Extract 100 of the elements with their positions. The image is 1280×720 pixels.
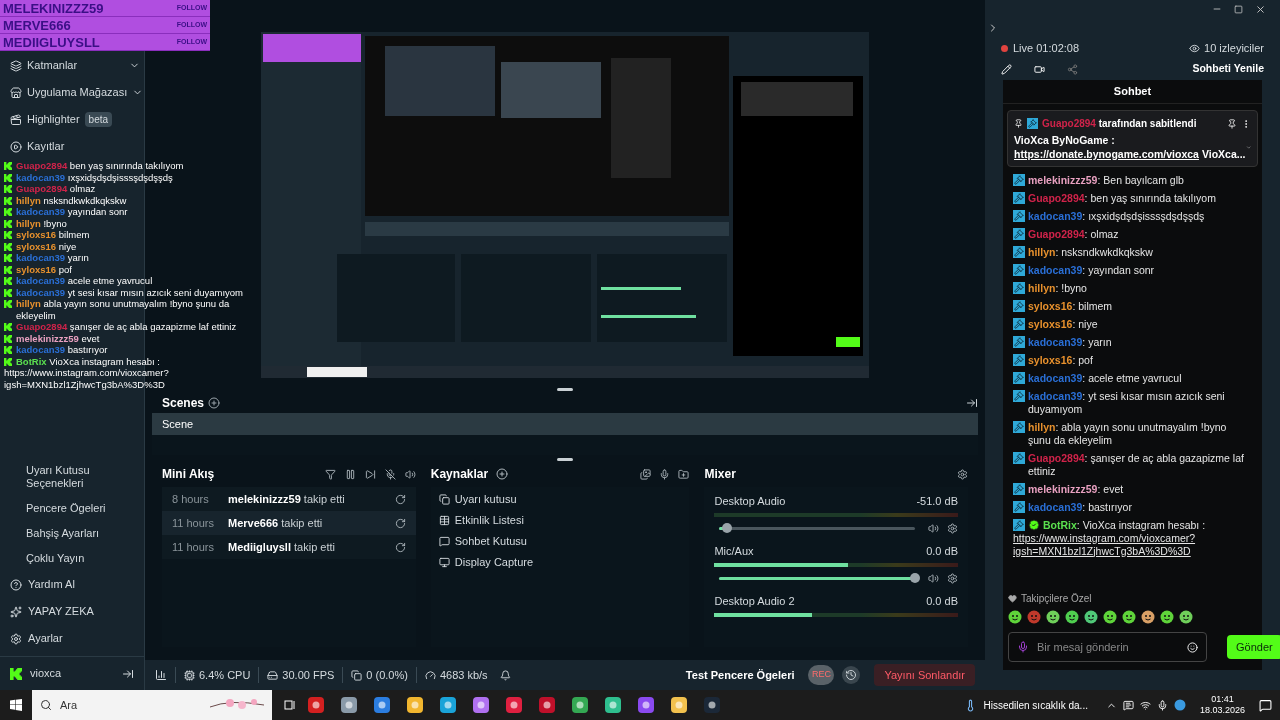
taskbar-app-icon[interactable] <box>308 697 324 713</box>
source-item[interactable]: Sohbet Kutusu <box>454 533 527 550</box>
edit-icon[interactable] <box>1001 63 1012 75</box>
video-icon[interactable] <box>1034 63 1045 75</box>
sidebar-item[interactable]: Uygulama Mağazası <box>0 79 144 106</box>
drag-handle[interactable] <box>557 457 573 461</box>
sidebar-subitem[interactable]: Bahşiş Ayarları <box>0 521 144 546</box>
taskbar-app-icon[interactable] <box>638 697 654 713</box>
overlay-link[interactable]: https://www.instagram.com/vioxcamer? <box>4 367 254 379</box>
overlay-link[interactable]: igsh=MXN1bzl1ZjhwcTg3bA%3D%3D <box>4 378 254 390</box>
taskbar-app-icon[interactable] <box>572 697 588 713</box>
tray-icon[interactable] <box>1122 699 1134 711</box>
maximize-icon[interactable] <box>1234 4 1243 14</box>
taskbar-app-icon[interactable] <box>374 697 390 713</box>
emote-icon[interactable] <box>1084 610 1098 624</box>
chat-link[interactable]: igsh=MXN1bzl1ZjhwcTg3bA%3D%3D <box>1013 544 1252 558</box>
message-field[interactable]: Bir mesaj gönderin <box>1008 632 1207 662</box>
stat-value: 30.00 FPS <box>282 667 335 683</box>
taskbar-app-icon[interactable] <box>704 697 720 713</box>
folder-icon[interactable] <box>678 468 690 480</box>
taskbar-app-icon[interactable] <box>407 697 423 713</box>
stats-icon[interactable] <box>155 669 167 681</box>
start-icon[interactable] <box>10 699 22 711</box>
pinned-message-title: VioXca ByNoGame : <box>1014 133 1116 147</box>
emote-icon[interactable] <box>1008 610 1022 624</box>
network-icon[interactable] <box>1139 699 1151 711</box>
logout-icon[interactable] <box>122 667 134 680</box>
microphone-icon[interactable] <box>1156 699 1168 711</box>
taskbar-app-icon[interactable] <box>539 697 555 713</box>
sidebar-subitem[interactable]: Pencere Ögeleri <box>0 496 144 521</box>
sidebar-item[interactable]: YAPAY ZEKA <box>0 598 144 625</box>
taskbar-app-icon[interactable] <box>506 697 522 713</box>
taskbar-app-icon[interactable] <box>473 697 489 713</box>
source-item[interactable]: Etkinlik Listesi <box>454 512 524 529</box>
volume-icon[interactable] <box>404 468 416 480</box>
notification-icon[interactable] <box>499 669 511 681</box>
emote-icon[interactable] <box>1122 610 1136 624</box>
send-button[interactable]: Gönder <box>1227 635 1280 659</box>
source-item[interactable]: Display Capture <box>454 554 534 571</box>
end-stream-button[interactable]: Yayını Sonlandır <box>874 664 975 686</box>
platform-logo-icon <box>4 196 12 205</box>
replay-icon[interactable] <box>394 493 406 505</box>
refresh-chat-button[interactable]: Sohbeti Yenile <box>1192 61 1264 77</box>
emote-icon[interactable] <box>1160 610 1174 624</box>
task-view-icon[interactable] <box>284 699 296 711</box>
donation-link[interactable]: https://donate.bynogame.com/vioxca <box>1014 147 1199 161</box>
source-item[interactable]: Uyarı kutusu <box>454 491 517 508</box>
collapse-icon[interactable] <box>966 397 978 409</box>
emote-icon[interactable] <box>1065 610 1079 624</box>
mute-icon[interactable] <box>384 468 396 480</box>
pause-icon[interactable] <box>344 468 356 480</box>
sidebar-item[interactable]: Kayıtlar <box>0 133 144 160</box>
platform-logo-icon <box>4 265 12 274</box>
tray-app-icon[interactable] <box>1173 699 1186 711</box>
sidebar-item[interactable]: Highlighter beta <box>0 106 144 133</box>
taskbar-search-box[interactable]: Ara <box>32 690 272 720</box>
chat-link[interactable]: https://www.instagram.com/vioxcamer? <box>1013 531 1252 545</box>
volume-icon[interactable] <box>928 522 939 534</box>
taskbar-app-icon[interactable] <box>671 697 687 713</box>
add-source-icon[interactable] <box>496 468 509 480</box>
taskbar-app-icon[interactable] <box>341 697 357 713</box>
microphone-icon[interactable] <box>659 468 671 480</box>
close-icon[interactable] <box>1255 3 1266 15</box>
sidebar-item[interactable]: Katmanlar <box>0 52 144 79</box>
event-time: 11 hours <box>172 539 215 555</box>
gavel-icon <box>1013 209 1025 222</box>
replay-icon[interactable] <box>394 541 406 553</box>
replay-buffer-icon[interactable] <box>842 666 861 684</box>
settings-icon[interactable] <box>957 468 968 480</box>
emote-icon[interactable] <box>1179 610 1193 624</box>
images-icon[interactable] <box>640 468 652 480</box>
sidebar-subitem[interactable]: Çoklu Yayın <box>0 546 144 571</box>
overlay-chat-message: kadocan39 yayından sonr <box>16 206 128 218</box>
scene-item[interactable]: Scene <box>152 413 978 435</box>
replay-icon[interactable] <box>394 517 406 529</box>
sidebar-subitem[interactable]: Uyarı Kutusu Seçenekleri <box>0 458 144 496</box>
message-input[interactable]: Bir mesaj gönderin <box>1037 638 1179 656</box>
test-widgets-link[interactable]: Test Pencere Ögeleri <box>685 666 795 684</box>
filter-icon[interactable] <box>324 468 336 480</box>
menu-item-icon <box>10 140 22 153</box>
skip-icon[interactable] <box>364 468 376 480</box>
emoji-icon[interactable] <box>1187 641 1198 653</box>
drag-handle[interactable] <box>557 387 573 391</box>
emote-icon[interactable] <box>1046 610 1060 624</box>
taskbar-app-icon[interactable] <box>440 697 456 713</box>
share-icon[interactable] <box>1067 63 1078 75</box>
taskbar-app-icon[interactable] <box>605 697 621 713</box>
add-scene-icon[interactable] <box>208 397 221 409</box>
notifications-icon[interactable] <box>1259 698 1272 712</box>
volume-icon[interactable] <box>928 572 939 584</box>
eye-icon <box>1189 42 1201 54</box>
sidebar-item[interactable]: Yardım Al <box>0 571 144 598</box>
sidebar-item[interactable]: Ayarlar <box>0 625 144 652</box>
emote-icon[interactable] <box>1141 610 1155 624</box>
settings-icon[interactable] <box>947 572 958 584</box>
settings-icon[interactable] <box>947 522 958 534</box>
menu-item-icon <box>10 59 22 72</box>
taskbar-search-field[interactable]: Ara <box>60 696 160 714</box>
emote-icon[interactable] <box>1103 610 1117 624</box>
unpin-icon[interactable] <box>1227 118 1237 129</box>
